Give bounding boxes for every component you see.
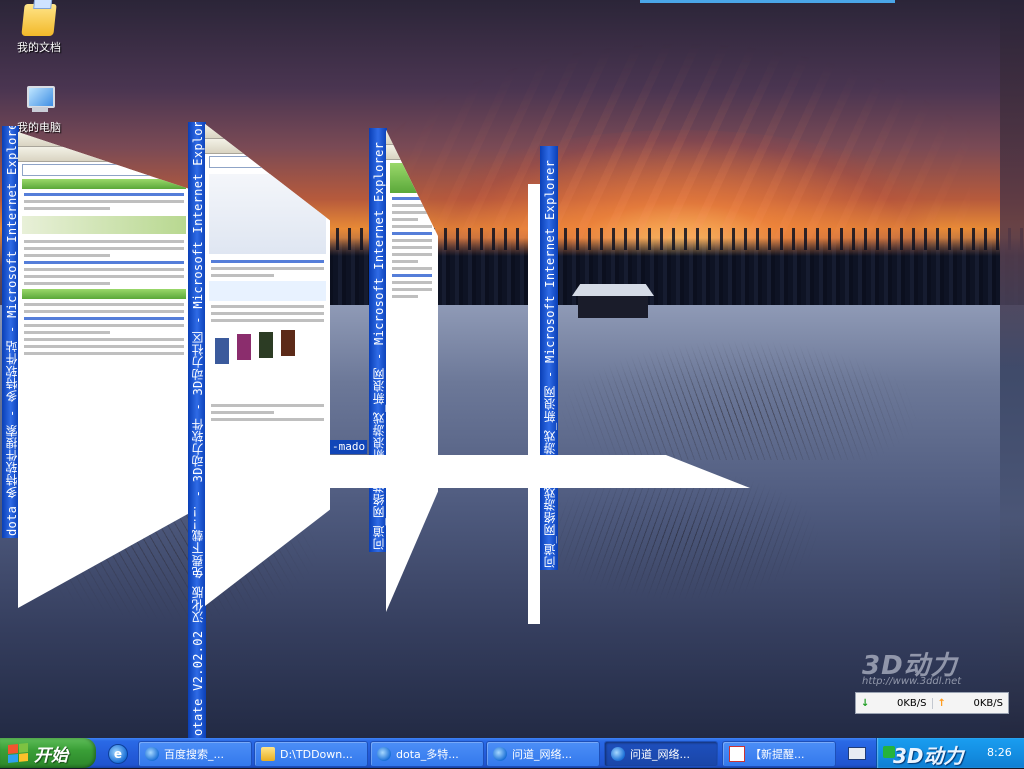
taskbar-button-label: dota_多特... [396,748,459,761]
download-speed-value: 0KB/S [897,697,927,709]
taskbar-button-label: 【新提醒... [750,748,805,761]
start-label: 开始 [34,745,68,766]
taskbar-button-label: 问道_网络... [630,748,690,761]
window-page-content [205,124,330,606]
my-documents-folder-icon [21,4,57,36]
upload-speed: ↑ 0KB/S [931,697,1009,709]
ie-icon [377,747,391,761]
watermark-url: http://www.3ddl.net [862,676,962,687]
ie-icon [611,747,625,761]
flip-window-wendao-1[interactable]: 问道_网络游戏_新浪游戏_新浪网 - Microsoft Internet Ex… [368,126,440,616]
wallpaper-cabin [572,284,654,318]
download-speed: ↓ 0KB/S [856,698,932,709]
window-title-bar: 问道_网络游戏_新浪游戏_新浪网 - Microsoft Internet Ex… [369,128,387,552]
window-title-bar: 问道_网络游戏_新浪游戏_新浪网 - Microsoft Internet Ex… [540,146,558,570]
desktop-icon-label: 我的文档 [17,41,61,54]
folder-icon [261,747,275,761]
taskbar-button-label: D:\TDDown... [280,747,353,761]
start-button[interactable]: 开始 [0,738,96,768]
windows-flag-icon [8,742,28,764]
desktop-icon-my-documents[interactable]: 我的文档 [2,4,76,55]
taskbar-button-folder[interactable]: D:\TDDown... [254,741,368,767]
window-title-bar: dota_多特软件搜索 - 多特软件站 - Microsoft Internet… [2,126,19,538]
language-bar-keyboard-icon[interactable] [848,747,866,760]
taskbar-button-wendao-2[interactable]: 问道_网络... [604,741,718,767]
upload-arrow-icon: ↑ [937,697,946,709]
taskbar-button-label: 问道_网络... [512,748,572,761]
ie-icon [493,747,507,761]
taskbar-button-baidu[interactable]: 百度搜索_... [138,741,252,767]
wallpaper-grass [560,340,920,460]
quicklaunch-ie-icon[interactable]: e [108,744,128,764]
taskbar-button-reminder[interactable]: 【新提醒... [722,741,836,767]
collapsed-window-title: -mado [330,440,368,454]
taskbar-button-wendao-1[interactable]: 问道_网络... [486,741,600,767]
tray-watermark-logo: 3D动力 [893,744,964,768]
flip-window-dota[interactable]: dota_多特软件搜索 - 多特软件站 - Microsoft Internet… [0,124,190,614]
download-arrow-icon: ↓ [861,697,870,709]
window-title-bar: otate V2.02.02 汉化版 免费下载！！ - 3D动力软件 - 3D动… [188,122,206,738]
message-icon [729,746,745,762]
window-page-content [528,184,540,624]
top-edge-bar [640,0,895,3]
window-page-content [18,132,190,608]
wallpaper-edge [1000,0,1024,738]
system-tray: 3D动力 8:26 [876,738,1024,768]
ie-icon [145,747,159,761]
taskbar: 开始 e 百度搜索_... D:\TDDown... dota_多特... 问道… [0,738,1024,768]
my-computer-icon [23,84,55,116]
upload-speed-value: 0KB/S [973,697,1004,709]
flip-window-3ddl[interactable]: otate V2.02.02 汉化版 免费下载！！ - 3D动力软件 - 3D动… [186,120,332,738]
net-speed-widget[interactable]: ↓ 0KB/S ↑ 0KB/S [855,692,1009,714]
taskbar-button-label: 百度搜索_... [164,748,224,761]
window-page-content [386,130,438,612]
flip-window-wendao-2[interactable]: 问道_网络游戏_新浪游戏_新浪网 - Microsoft Internet Ex… [528,144,560,630]
clock[interactable]: 8:26 [987,746,1012,759]
taskbar-button-dota[interactable]: dota_多特... [370,741,484,767]
wallpaper-grass [540,470,820,600]
desktop[interactable]: 我的文档 我的电脑 dota_多特软件搜索 - 多特软件站 - Microsof… [0,0,1024,738]
